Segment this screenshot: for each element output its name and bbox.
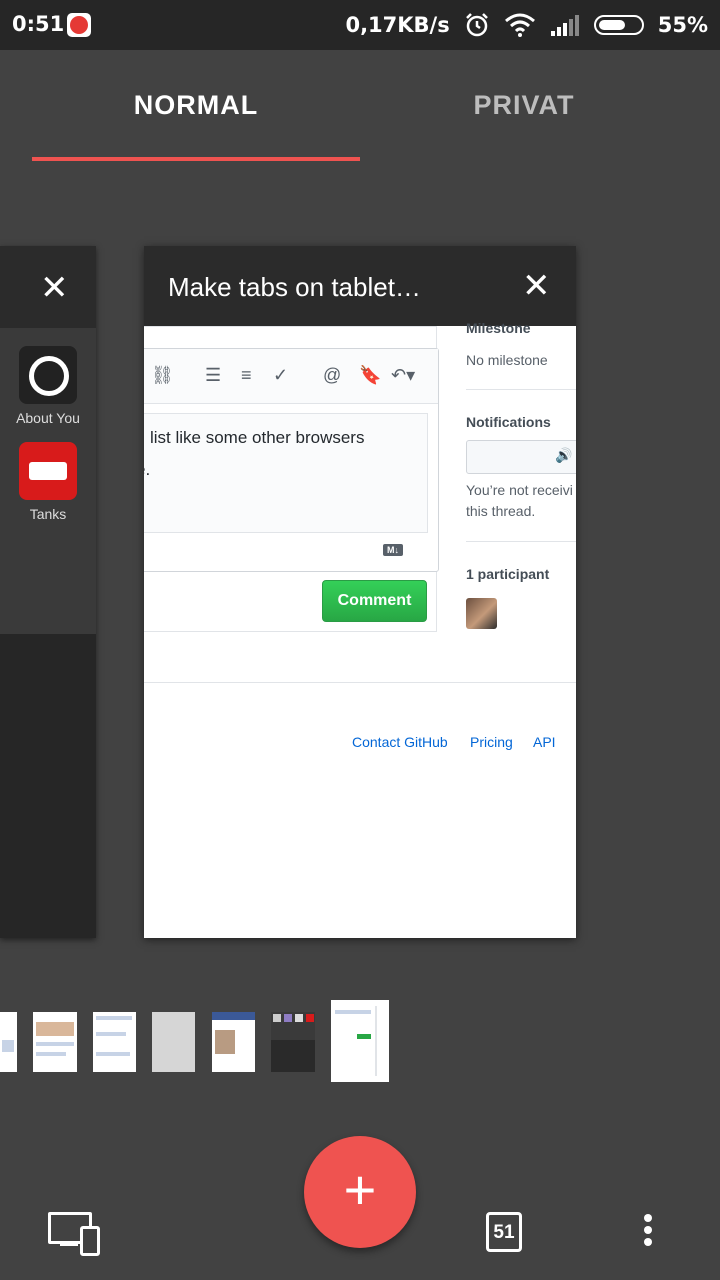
close-tab-icon[interactable]: ✕	[40, 268, 69, 308]
tab-card-title: Make tabs on tablet…	[168, 272, 421, 302]
subscribe-button[interactable]: 🔊	[466, 440, 576, 474]
alarm-icon	[465, 13, 488, 37]
tab-header: NORMAL PRIVAT	[0, 50, 720, 170]
divider	[144, 682, 576, 683]
comment-text-line: list like some other browsers	[150, 428, 365, 447]
tab-thumbnail[interactable]	[212, 1012, 255, 1072]
reply-icon[interactable]: ↶▾	[391, 365, 415, 386]
tab-normal[interactable]: NORMAL	[32, 90, 360, 121]
notifications-heading: Notifications	[466, 414, 551, 430]
clock-app-icon	[67, 13, 91, 37]
numbered-list-icon[interactable]: ≡	[241, 365, 252, 386]
avatar[interactable]	[466, 598, 497, 629]
tab-private[interactable]: PRIVAT	[360, 90, 688, 121]
tab-card-current[interactable]: Make tabs on tablet… ✕ ⛓ ☰ ≡ ✓ @ 🔖 ↶▾ li…	[144, 246, 576, 938]
speaker-icon: 🔊	[555, 447, 573, 463]
tab-card-bar: ✕	[0, 246, 96, 328]
more-menu-icon[interactable]	[642, 1214, 654, 1254]
footer-link-pricing[interactable]: Pricing	[470, 734, 513, 750]
status-right: 0,17KB/s 55%	[345, 12, 708, 38]
close-tab-icon[interactable]: ✕	[522, 266, 551, 306]
tab-thumbnail-current[interactable]	[331, 1000, 389, 1082]
editor-toolbar: ⛓ ☰ ≡ ✓ @ 🔖 ↶▾	[144, 349, 438, 404]
speed-dial-about-you[interactable]: About You	[0, 346, 96, 426]
signal-icon	[550, 15, 579, 36]
tab-thumbnail[interactable]	[0, 1012, 17, 1072]
tab-thumbnail[interactable]	[152, 1012, 195, 1072]
speed-dial: About You Tanks	[0, 328, 96, 634]
tab-thumbnail[interactable]	[33, 1012, 77, 1072]
bookmark-icon[interactable]: 🔖	[359, 365, 381, 386]
status-bar: 0:51 0,17KB/s 55%	[0, 0, 720, 50]
tab-thumbnail[interactable]	[271, 1012, 315, 1072]
divider	[466, 541, 576, 542]
markdown-icon: M↓	[383, 544, 403, 556]
milestone-value: No milestone	[466, 352, 548, 368]
comment-textarea[interactable]: list like some other browsers e.	[144, 413, 428, 533]
footer-link-api[interactable]: API	[533, 734, 556, 750]
app-label: Tanks	[29, 506, 67, 522]
notifications-text: this thread.	[466, 503, 536, 519]
link-icon[interactable]: ⛓	[151, 365, 174, 386]
status-time: 0:51	[12, 12, 65, 36]
divider	[144, 326, 437, 327]
comment-text-line: e.	[144, 460, 151, 479]
divider	[466, 389, 576, 390]
new-tab-button[interactable]: +	[304, 1136, 416, 1248]
footer-link-contact[interactable]: Contact GitHub	[352, 734, 448, 750]
tab-indicator	[32, 157, 360, 161]
participants-heading: 1 participant	[466, 566, 550, 582]
battery-icon	[593, 15, 644, 35]
comment-editor: ⛓ ☰ ≡ ✓ @ 🔖 ↶▾ list like some other brow…	[144, 348, 439, 572]
tanks-icon	[19, 442, 77, 500]
milestone-heading: Milestone	[466, 320, 531, 336]
tab-card-previous[interactable]: ✕ About You Tanks	[0, 246, 96, 938]
tab-thumbnail[interactable]	[93, 1012, 136, 1072]
battery-level: 55%	[657, 13, 708, 37]
comment-button[interactable]: Comment	[322, 580, 427, 622]
tab-count-icon[interactable]: 51	[486, 1212, 522, 1252]
network-speed: 0,17KB/s	[345, 13, 450, 37]
wifi-icon	[504, 13, 535, 37]
page-preview: ⛓ ☰ ≡ ✓ @ 🔖 ↶▾ list like some other brow…	[144, 320, 576, 938]
speed-dial-tanks[interactable]: Tanks	[0, 442, 96, 522]
synced-devices-icon[interactable]	[48, 1212, 100, 1256]
about-you-icon	[19, 346, 77, 404]
mention-icon[interactable]: @	[323, 365, 341, 386]
task-list-icon[interactable]: ✓	[273, 365, 288, 386]
tab-card-bar: Make tabs on tablet… ✕	[144, 246, 576, 326]
notifications-text: You’re not receivi	[466, 482, 573, 498]
app-label: About You	[16, 410, 80, 426]
bullet-list-icon[interactable]: ☰	[205, 365, 221, 386]
